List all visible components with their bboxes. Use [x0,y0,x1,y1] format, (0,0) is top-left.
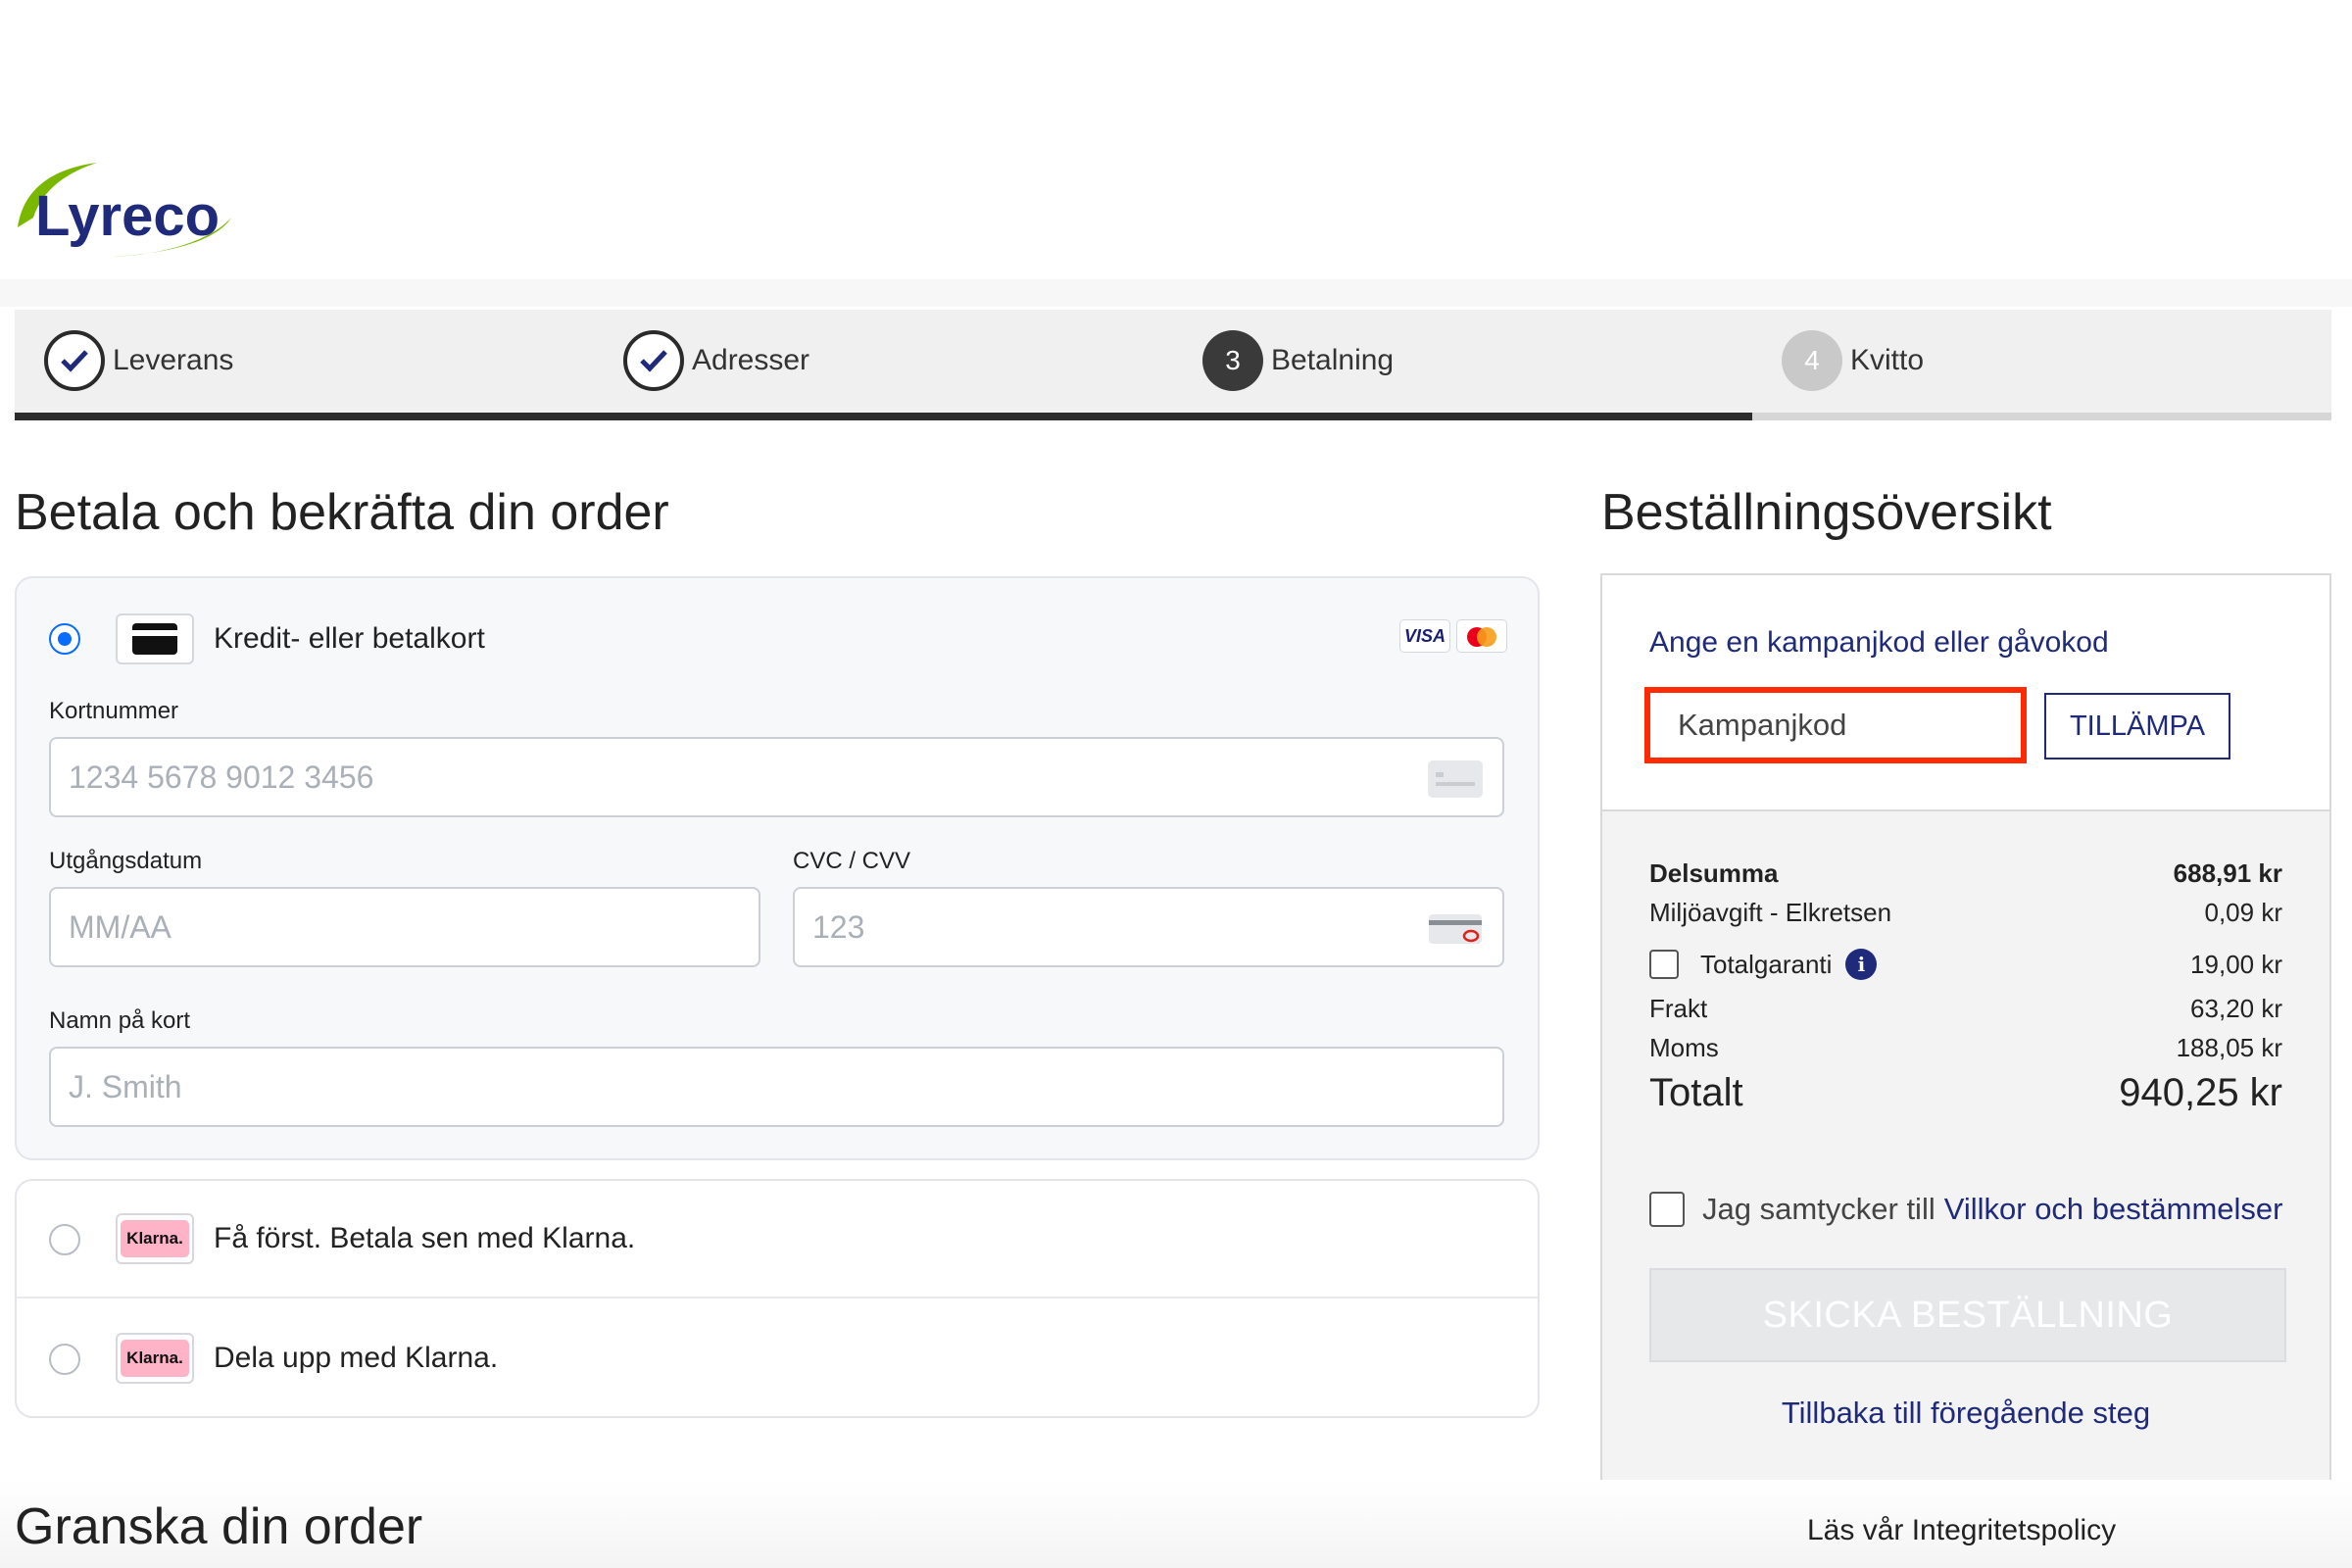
total-label: Totalt [1649,1071,1743,1114]
lyreco-logo[interactable]: Lyreco [14,159,239,263]
summary-title: Beställningsöversikt [1601,484,2052,541]
apply-promo-button[interactable]: TILLÄMPA [2044,693,2230,760]
klarna-badge: Klarna. [121,1220,189,1257]
order-summary: Delsumma 688,91 kr Miljöavgift - Elkrets… [1600,811,2331,1480]
promo-code-field[interactable] [1644,687,2027,763]
card-number-input[interactable] [51,739,1502,815]
card-payment-option: Kredit- eller betalkort VISA Kortnummer … [15,576,1540,1160]
logo-text: Lyreco [35,184,220,248]
back-link[interactable]: Tillbaka till föregående steg [1602,1396,2329,1431]
step-kvitto: 4 Kvitto [1782,330,1924,391]
expiry-label: Utgångsdatum [49,848,203,874]
submit-order-button[interactable]: SKICKA BESTÄLLNING [1649,1268,2286,1362]
klarna-installments-option[interactable]: Klarna. Dela upp med Klarna. [17,1300,1538,1418]
vat-row: Moms 188,05 kr [1649,1033,2282,1063]
vat-value: 188,05 kr [2176,1033,2282,1062]
klarna-pay-later-title: Få först. Betala sen med Klarna. [214,1222,636,1254]
info-icon[interactable]: i [1845,949,1878,980]
promo-code-input[interactable] [1650,693,2021,758]
subtotal-label: Delsumma [1649,858,1779,888]
logo-swoosh: Lyreco [18,163,231,257]
card-option-title: Kredit- eller betalkort [214,622,485,655]
cvc-field[interactable] [793,887,1504,967]
terms-link[interactable]: Villkor och bestämmelser [1944,1192,2283,1227]
step-betalning: 3 Betalning [1202,330,1394,391]
warranty-label: Totalgaranti [1700,949,1833,979]
step-number: 3 [1202,330,1263,391]
shipping-label: Frakt [1649,994,1708,1023]
terms-consent: Jag samtycker till Villkor och bestämmel… [1649,1192,2282,1227]
klarna-logo-box: Klarna. [116,1213,194,1264]
check-icon [44,330,105,391]
page-title: Betala och bekräfta din order [15,484,669,541]
card-number-field[interactable] [49,737,1504,817]
expiry-input[interactable] [51,889,759,965]
klarna-options: Klarna. Få först. Betala sen med Klarna.… [15,1179,1540,1418]
eco-fee-row: Miljöavgift - Elkretsen 0,09 kr [1649,898,2282,928]
klarna-logo-box: Klarna. [116,1333,194,1384]
total-row: Totalt 940,25 kr [1649,1071,2282,1115]
shipping-value: 63,20 kr [2190,994,2282,1023]
privacy-policy-link[interactable]: Läs vår Integritetspolicy [1807,1514,2116,1547]
header-separator [0,279,2352,307]
klarna-pay-later-radio[interactable] [49,1224,80,1255]
klarna-installments-radio[interactable] [49,1344,80,1375]
warranty-value: 19,00 kr [2190,949,2282,979]
card-name-field[interactable] [49,1047,1504,1127]
step-adresser[interactable]: Adresser [623,330,809,391]
credit-card-icon [116,613,194,664]
card-name-input[interactable] [51,1049,1502,1125]
step-number: 4 [1782,330,1842,391]
warranty-checkbox[interactable] [1649,950,1679,979]
step-label: Kvitto [1850,344,1925,376]
promo-code-box: Ange en kampanjkod eller gåvokod TILLÄMP… [1600,573,2331,811]
subtotal-value: 688,91 kr [2173,858,2282,888]
review-order-heading: Granska din order [15,1498,423,1555]
cvc-card-icon [1428,910,1483,948]
terms-checkbox[interactable] [1649,1192,1685,1227]
total-value: 940,25 kr [2119,1071,2282,1114]
step-label: Adresser [692,344,810,376]
mastercard-icon [1456,619,1507,653]
vat-label: Moms [1649,1033,1719,1062]
promo-code-link[interactable]: Ange en kampanjkod eller gåvokod [1649,626,2109,660]
card-generic-icon [1428,760,1483,798]
step-leverans[interactable]: Leverans [44,330,233,391]
step-label: Betalning [1271,344,1395,376]
cvc-label: CVC / CVV [793,848,911,874]
klarna-installments-title: Dela upp med Klarna. [214,1342,499,1374]
warranty-row: Totalgaranti i 19,00 kr [1649,945,2282,984]
subtotal-row: Delsumma 688,91 kr [1649,858,2282,889]
check-icon [623,330,684,391]
eco-fee-value: 0,09 kr [2204,898,2283,927]
visa-icon: VISA [1399,619,1450,653]
cvc-input[interactable] [795,889,1502,965]
card-name-label: Namn på kort [49,1007,191,1034]
terms-text: Jag samtycker till [1702,1192,1936,1226]
card-radio[interactable] [49,623,80,655]
card-number-label: Kortnummer [49,698,179,724]
klarna-badge: Klarna. [121,1340,189,1377]
checkout-stepper: Leverans Adresser 3 Betalning 4 Kvitto [15,310,2331,420]
klarna-pay-later-option[interactable]: Klarna. Få först. Betala sen med Klarna. [17,1181,1538,1298]
eco-fee-label: Miljöavgift - Elkretsen [1649,898,1892,927]
shipping-row: Frakt 63,20 kr [1649,994,2282,1024]
step-label: Leverans [113,344,234,376]
progress-fill [15,413,1752,420]
expiry-field[interactable] [49,887,760,967]
